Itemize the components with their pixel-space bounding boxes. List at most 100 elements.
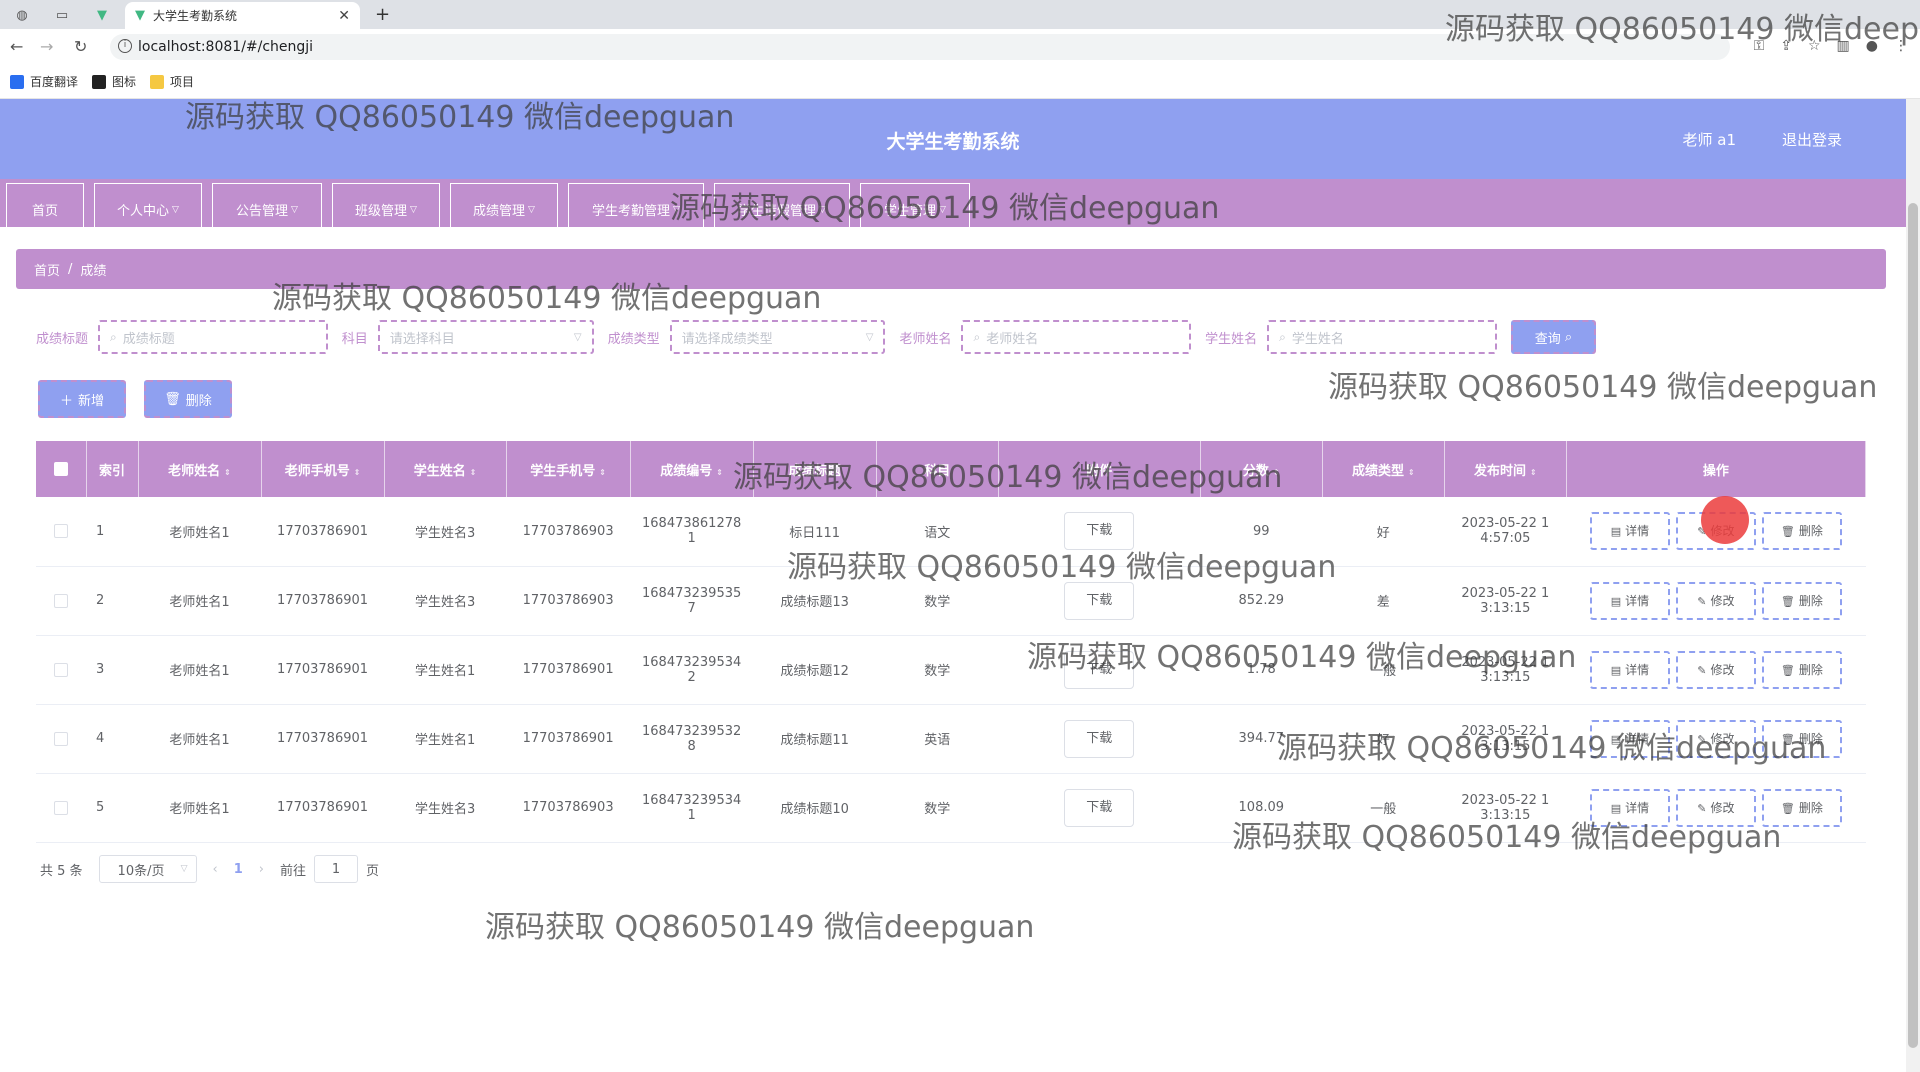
sort-icon: ⇕ xyxy=(469,467,477,477)
menu-attendance[interactable]: 学生考勤管理 ▽ xyxy=(568,183,704,227)
bookmark-item[interactable]: 图标 xyxy=(92,73,136,90)
col-subject[interactable]: 科目 xyxy=(876,441,999,497)
cell-student: 学生姓名3 xyxy=(384,497,507,567)
code-line: 1 xyxy=(687,807,696,823)
menu-grades[interactable]: 成绩管理 ▽ xyxy=(450,183,558,227)
image-icon xyxy=(92,74,107,89)
logout-link[interactable]: 退出登录 xyxy=(1782,129,1842,150)
menu-profile[interactable]: 个人中心 ▽ xyxy=(94,183,202,227)
share-icon[interactable]: ⇪ xyxy=(1780,38,1792,54)
url-field[interactable]: i localhost:8081/#/chengji xyxy=(110,34,1730,60)
col-type[interactable]: 成绩类型 ⇕ xyxy=(1322,441,1445,497)
download-button[interactable]: 下载 xyxy=(1064,719,1135,758)
bookmark-item[interactable]: 百度翻译 xyxy=(10,73,78,90)
type-select[interactable]: 请选择成绩类型 ▽ xyxy=(669,320,886,354)
prev-page-icon[interactable]: ‹ xyxy=(213,862,218,877)
delete-button[interactable]: 🗑 删除 xyxy=(1761,512,1842,551)
vue-tab-icon[interactable]: ▼ xyxy=(92,5,112,25)
key-icon[interactable]: ⚿ xyxy=(1754,38,1765,54)
trash-icon: 🗑 xyxy=(1780,525,1795,539)
delete-button[interactable]: 🗑 删除 xyxy=(1761,581,1842,620)
menu-class[interactable]: 班级管理 ▽ xyxy=(332,183,440,227)
delete-button[interactable]: 🗑 删除 xyxy=(1761,650,1842,689)
add-button[interactable]: ＋新增 xyxy=(38,380,126,418)
browser-icon[interactable]: ◍ xyxy=(12,5,32,25)
trash-icon: 🗑 xyxy=(1780,732,1795,746)
detail-button[interactable]: ▤ 详情 xyxy=(1589,581,1670,620)
cell-student: 学生姓名1 xyxy=(384,704,507,774)
batch-delete-button[interactable]: 🗑 删除 xyxy=(144,380,232,418)
col-code[interactable]: 成绩编号 ⇕ xyxy=(630,441,754,497)
row-checkbox[interactable] xyxy=(36,704,86,774)
col-student-phone[interactable]: 学生手机号 ⇕ xyxy=(506,441,631,497)
blank-tab-icon[interactable]: ▭ xyxy=(52,5,72,25)
row-checkbox[interactable] xyxy=(36,497,86,567)
site-info-icon[interactable]: i xyxy=(118,39,132,53)
next-page-icon[interactable]: › xyxy=(259,862,264,877)
col-score[interactable]: 分数 ⇕ xyxy=(1200,441,1323,497)
detail-button[interactable]: ▤ 详情 xyxy=(1589,650,1670,689)
col-teacher-phone[interactable]: 老师手机号 ⇕ xyxy=(261,441,385,497)
download-button[interactable]: 下载 xyxy=(1064,650,1135,689)
close-tab-icon[interactable]: ✕ xyxy=(338,8,350,24)
query-button[interactable]: 查询 ⌕ xyxy=(1510,320,1597,354)
search-icon: ⌕ xyxy=(1279,329,1286,344)
sidebar-icon[interactable]: ▥ xyxy=(1837,38,1850,54)
row-checkbox[interactable] xyxy=(36,773,86,843)
edit-button[interactable]: ✎修改 xyxy=(1675,719,1756,758)
select-all-checkbox[interactable] xyxy=(36,441,87,497)
address-bar-row: ← → ↻ i localhost:8081/#/chengji ⚿ ⇪ ☆ ▥… xyxy=(0,29,1920,65)
app-header: 大学生考勤系统 老师 a1 退出登录 xyxy=(0,99,1906,179)
time-line: 3:13:15 xyxy=(1480,669,1531,685)
edit-button[interactable]: ✎修改 xyxy=(1675,788,1756,827)
col-student[interactable]: 学生姓名 ⇕ xyxy=(384,441,507,497)
trash-icon: 🗑 xyxy=(1780,594,1795,608)
menu-students[interactable]: 学生管理 ▽ xyxy=(860,183,970,227)
download-button[interactable]: 下载 xyxy=(1064,512,1135,551)
edit-button[interactable]: ✎修改 xyxy=(1675,581,1756,620)
delete-button[interactable]: 🗑 删除 xyxy=(1761,719,1842,758)
total-count: 共 5 条 xyxy=(40,863,83,879)
menu-notice[interactable]: 公告管理 ▽ xyxy=(212,183,322,227)
edit-button[interactable]: ✎修改 xyxy=(1675,650,1756,689)
col-title[interactable]: 成绩标题 xyxy=(753,441,877,497)
teacher-search-input[interactable]: ⌕ 老师姓名 xyxy=(961,320,1192,354)
subject-select[interactable]: 请选择科目 ▽ xyxy=(377,320,594,354)
time-line: 4:57:05 xyxy=(1480,531,1531,547)
download-button[interactable]: 下载 xyxy=(1064,788,1135,827)
new-tab-icon[interactable]: + xyxy=(375,4,390,25)
bookmark-item[interactable]: 项目 xyxy=(150,73,194,90)
row-checkbox[interactable] xyxy=(36,566,86,636)
col-time[interactable]: 发布时间 ⇕ xyxy=(1444,441,1567,497)
active-tab[interactable]: ▼ 大学生考勤系统 ✕ xyxy=(125,2,360,29)
page-number[interactable]: 1 xyxy=(234,862,243,877)
col-teacher[interactable]: 老师姓名 ⇕ xyxy=(138,441,262,497)
detail-button[interactable]: ▤ 详情 xyxy=(1589,512,1670,551)
profile-icon[interactable]: ● xyxy=(1866,38,1878,54)
scroll-thumb[interactable] xyxy=(1908,203,1918,1048)
detail-button[interactable]: ▤ 详情 xyxy=(1589,719,1670,758)
download-button[interactable]: 下载 xyxy=(1064,581,1135,620)
menu-home[interactable]: 首页 xyxy=(6,183,84,227)
goto-page-input[interactable]: 1 xyxy=(314,855,359,883)
sort-icon: ⇕ xyxy=(1530,467,1537,477)
breadcrumb-home[interactable]: 首页 xyxy=(34,260,60,279)
table-row: 2 老师姓名1 17703786901 学生姓名3 17703786903 1684732… xyxy=(36,566,1866,636)
delete-button[interactable]: 🗑 删除 xyxy=(1761,788,1842,827)
title-search-input[interactable]: ⌕ 成绩标题 xyxy=(98,320,328,354)
row-checkbox[interactable] xyxy=(36,635,86,705)
code-line: 2 xyxy=(687,669,696,685)
back-icon[interactable]: ← xyxy=(10,37,23,56)
star-icon[interactable]: ☆ xyxy=(1808,38,1821,54)
page-size-select[interactable]: 10条/页 ▽ xyxy=(98,855,197,883)
chevron-down-icon: ▽ xyxy=(865,331,874,343)
cell-actions: ▤详情✎修改🗑删除 xyxy=(1566,773,1866,843)
cell-attachment: 下载 xyxy=(998,497,1201,567)
student-search-input[interactable]: ⌕ 学生姓名 xyxy=(1267,320,1497,354)
detail-button[interactable]: ▤ 详情 xyxy=(1589,788,1670,827)
menu-leave[interactable]: 学生请假管理 ▽ xyxy=(714,183,850,227)
menu-dots-icon[interactable]: ⋮ xyxy=(1894,38,1908,54)
page-scrollbar[interactable] xyxy=(1906,99,1920,1072)
forward-icon[interactable]: → xyxy=(40,37,53,56)
reload-icon[interactable]: ↻ xyxy=(74,37,87,56)
